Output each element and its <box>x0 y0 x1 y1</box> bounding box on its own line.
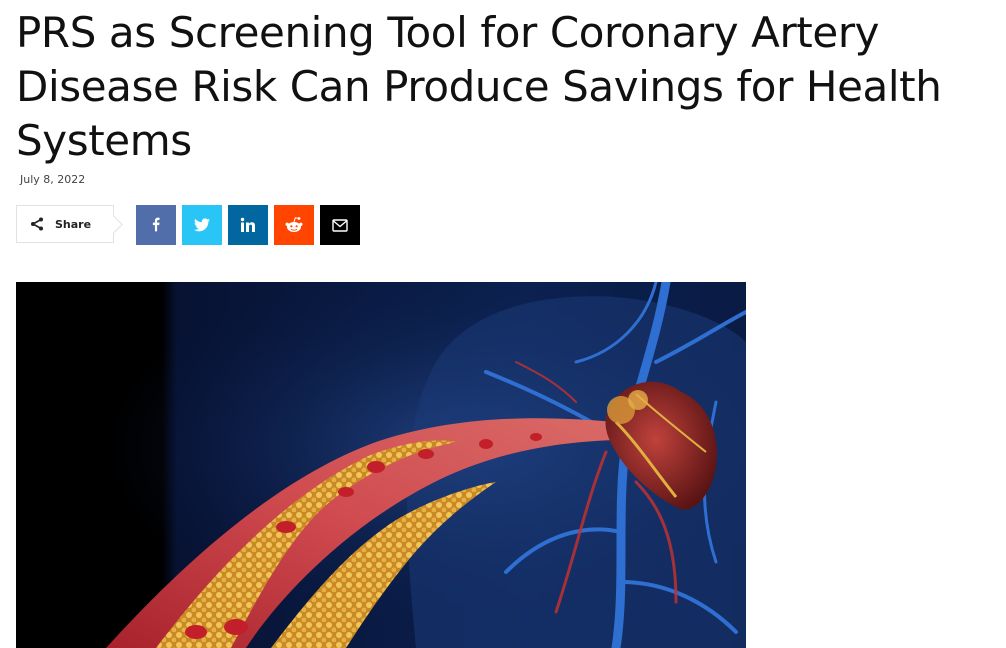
reddit-share-button[interactable] <box>274 205 314 245</box>
article-title: PRS as Screening Tool for Coronary Arter… <box>16 8 942 165</box>
share-label: Share <box>55 217 92 231</box>
facebook-icon <box>148 217 164 233</box>
envelope-icon <box>332 218 348 232</box>
reddit-icon <box>284 216 304 234</box>
linkedin-share-button[interactable] <box>228 205 268 245</box>
article-date: July 8, 2022 <box>20 173 86 186</box>
hero-image <box>16 282 746 648</box>
share-icon <box>29 216 45 232</box>
twitter-icon <box>194 218 210 232</box>
email-share-button[interactable] <box>320 205 360 245</box>
share-button[interactable]: Share <box>16 205 114 243</box>
linkedin-icon <box>240 217 256 233</box>
facebook-share-button[interactable] <box>136 205 176 245</box>
twitter-share-button[interactable] <box>182 205 222 245</box>
